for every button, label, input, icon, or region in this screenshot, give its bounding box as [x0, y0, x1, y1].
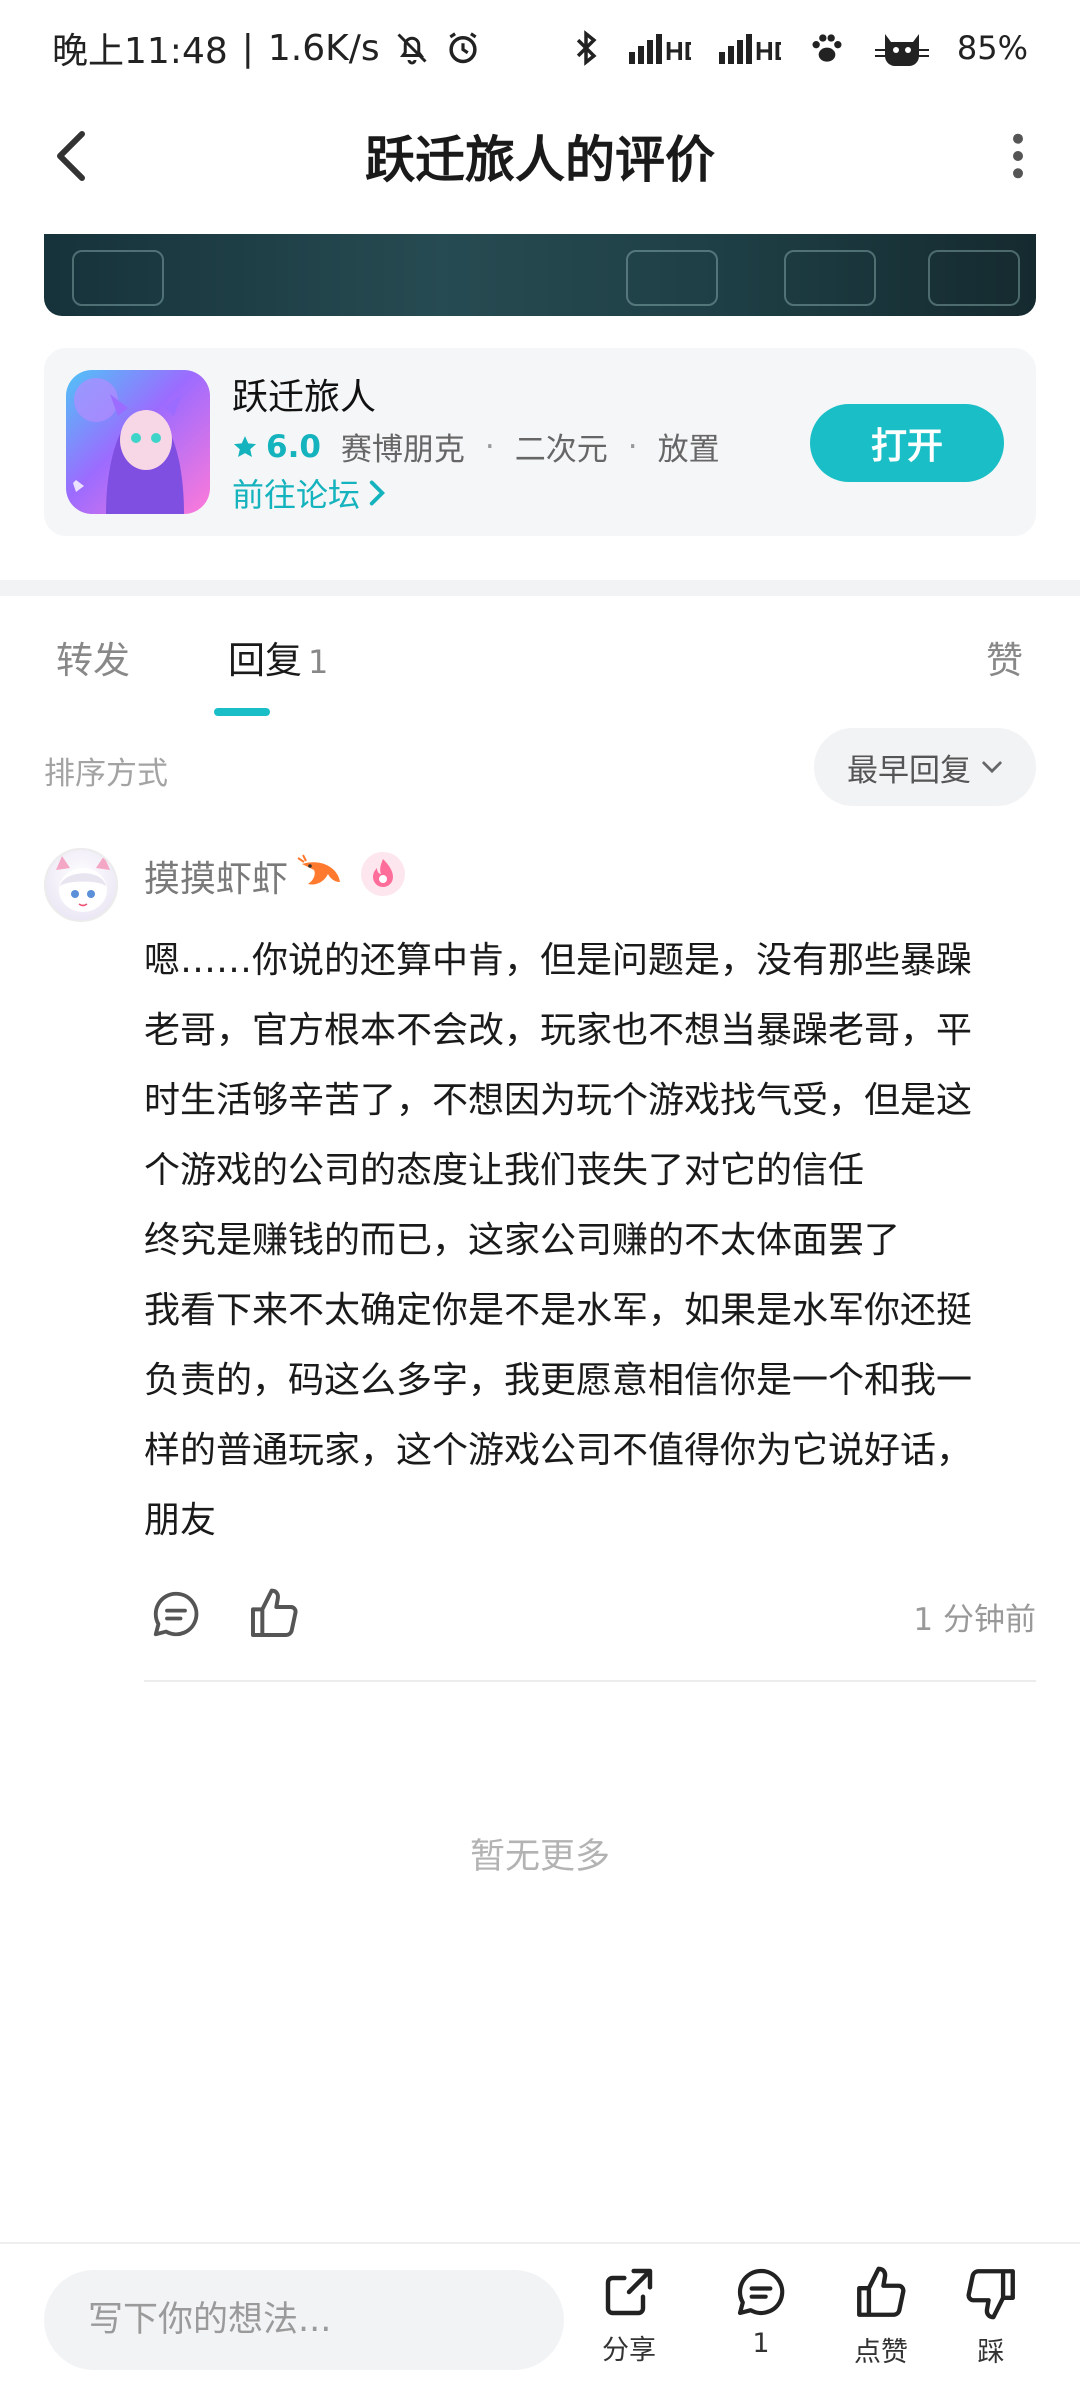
comment-actions: 1 分钟前: [144, 1580, 1036, 1650]
game-tag: 赛博朋克: [340, 432, 465, 468]
more-options-button[interactable]: [986, 124, 1050, 188]
page-title: 跃迁旅人的评价: [365, 131, 715, 189]
more-vertical-icon: [1013, 133, 1023, 179]
game-meta: 6.0 赛博朋克 · 二次元 · 放置: [232, 424, 720, 469]
tab-bar: 转发 回复 1 赞: [0, 596, 1080, 716]
thumbs-up-icon: [251, 1588, 298, 1637]
comments-button[interactable]: 1: [706, 2264, 816, 2384]
mute-bell-icon: [394, 30, 430, 66]
forum-link-label: 前往论坛: [232, 476, 361, 514]
reply-button[interactable]: [146, 1584, 206, 1644]
status-separator: |: [241, 27, 254, 69]
game-card[interactable]: 跃迁旅人 6.0 赛博朋克 · 二次元 · 放置 前往论坛 打开: [44, 348, 1036, 536]
dislike-button[interactable]: 踩: [936, 2264, 1046, 2384]
review-detail-page: 晚上11:48 | 1.6K/s HD HD: [0, 0, 1080, 2400]
tab-count: 1: [308, 643, 329, 681]
tag-separator: ·: [484, 428, 495, 465]
thumbs-up-icon: [857, 2266, 906, 2317]
chevron-down-icon: [982, 761, 1002, 774]
svg-text:HD: HD: [755, 36, 781, 66]
comment-line: 朋友: [144, 1500, 217, 1541]
forum-link[interactable]: 前往论坛: [232, 470, 386, 516]
chat-bubble-icon: [737, 2268, 785, 2316]
comment-line: 时生活够辛苦了，不想因为玩个游戏找气受，但是这: [144, 1080, 973, 1121]
comment-line: 嗯……你说的还算中肯，但是问题是，没有那些暴躁: [144, 940, 973, 981]
signal-icon: HD: [717, 30, 781, 66]
chevron-right-icon: [369, 480, 385, 506]
bottom-action-bar: 分享 1 点赞 踩: [0, 2242, 1080, 2400]
tag-separator: ·: [627, 428, 638, 465]
battery-level: 85%: [956, 29, 1028, 67]
signal-icon: HD: [627, 30, 691, 66]
bluetooth-icon: [571, 29, 601, 67]
like-review-button[interactable]: 点赞: [826, 2264, 936, 2384]
sort-label: 排序方式: [44, 756, 168, 792]
status-bar: 晚上11:48 | 1.6K/s HD HD: [0, 0, 1080, 96]
comment-line: 负责的，码这么多字，我更愿意相信你是一个和我一: [144, 1360, 973, 1401]
screenshot-button-icon: [928, 250, 1020, 306]
shrimp-icon: [296, 854, 344, 898]
tab-likes[interactable]: 赞: [986, 630, 1023, 684]
tab-reposts[interactable]: 转发: [56, 630, 130, 684]
chat-bubble-icon: [153, 1591, 199, 1637]
game-tag: 放置: [657, 432, 720, 468]
like-label: 点赞: [854, 2337, 908, 2368]
status-network-speed: 1.6K/s: [267, 27, 380, 69]
game-screenshot[interactable]: [44, 234, 1036, 316]
like-button[interactable]: [244, 1584, 304, 1644]
tab-replies[interactable]: 回复 1: [228, 630, 328, 684]
game-tag: 二次元: [514, 432, 608, 468]
comment-line: 我看下来不太确定你是不是水军，如果是水军你还挺: [144, 1290, 973, 1331]
game-rating: 6.0: [266, 428, 321, 465]
comment-user-row: 摸摸虾虾: [144, 850, 406, 902]
comment-divider: [144, 1680, 1036, 1682]
game-app-icon[interactable]: [66, 370, 210, 514]
sort-dropdown[interactable]: 最早回复: [814, 728, 1036, 806]
sort-selected: 最早回复: [847, 752, 971, 789]
comment-input[interactable]: [44, 2270, 564, 2370]
dislike-label: 踩: [977, 2337, 1005, 2368]
no-more-text: 暂无更多: [469, 1837, 610, 1877]
paw-icon: [807, 28, 847, 68]
cat-icon: [873, 28, 931, 68]
username[interactable]: 摸摸虾虾: [144, 850, 288, 902]
user-badge-icon: [360, 851, 406, 901]
tab-label: 转发: [56, 639, 130, 682]
open-game-button[interactable]: 打开: [810, 404, 1004, 482]
comment-count: 1: [752, 2328, 770, 2359]
avatar[interactable]: [44, 848, 118, 922]
section-divider: [0, 580, 1080, 596]
screenshot-arrow-icon: [72, 250, 164, 306]
status-time: 晚上11:48: [52, 31, 228, 72]
alarm-icon: [444, 29, 482, 67]
active-tab-indicator: [214, 708, 270, 716]
title-bar: 跃迁旅人的评价: [0, 96, 1080, 216]
comment-line: 终究是赚钱的而已，这家公司赚的不太体面罢了: [144, 1220, 901, 1261]
screenshot-button-icon: [784, 250, 876, 306]
game-name[interactable]: 跃迁旅人: [232, 368, 376, 420]
comment-time: 1 分钟前: [913, 1602, 1036, 1638]
thumbs-down-icon: [966, 2269, 1015, 2320]
star-icon: [233, 435, 257, 457]
comment-line: 样的普通玩家，这个游戏公司不值得你为它说好话，: [144, 1430, 973, 1471]
back-button[interactable]: [40, 124, 104, 188]
svg-text:HD: HD: [665, 36, 691, 66]
tab-label: 赞: [986, 639, 1023, 682]
chevron-left-icon: [57, 131, 85, 181]
tab-label: 回复: [228, 639, 302, 682]
share-label: 分享: [602, 2335, 656, 2366]
screenshot-button-icon: [626, 250, 718, 306]
comment-line: 老哥，官方根本不会改，玩家也不想当暴躁老哥，平: [144, 1010, 973, 1051]
comment-body: 嗯……你说的还算中肯，但是问题是，没有那些暴躁 老哥，官方根本不会改，玩家也不想…: [144, 926, 1044, 1556]
share-icon: [605, 2268, 653, 2316]
share-button[interactable]: 分享: [574, 2264, 684, 2384]
comment-line: 个游戏的公司的态度让我们丧失了对它的信任: [144, 1150, 865, 1191]
